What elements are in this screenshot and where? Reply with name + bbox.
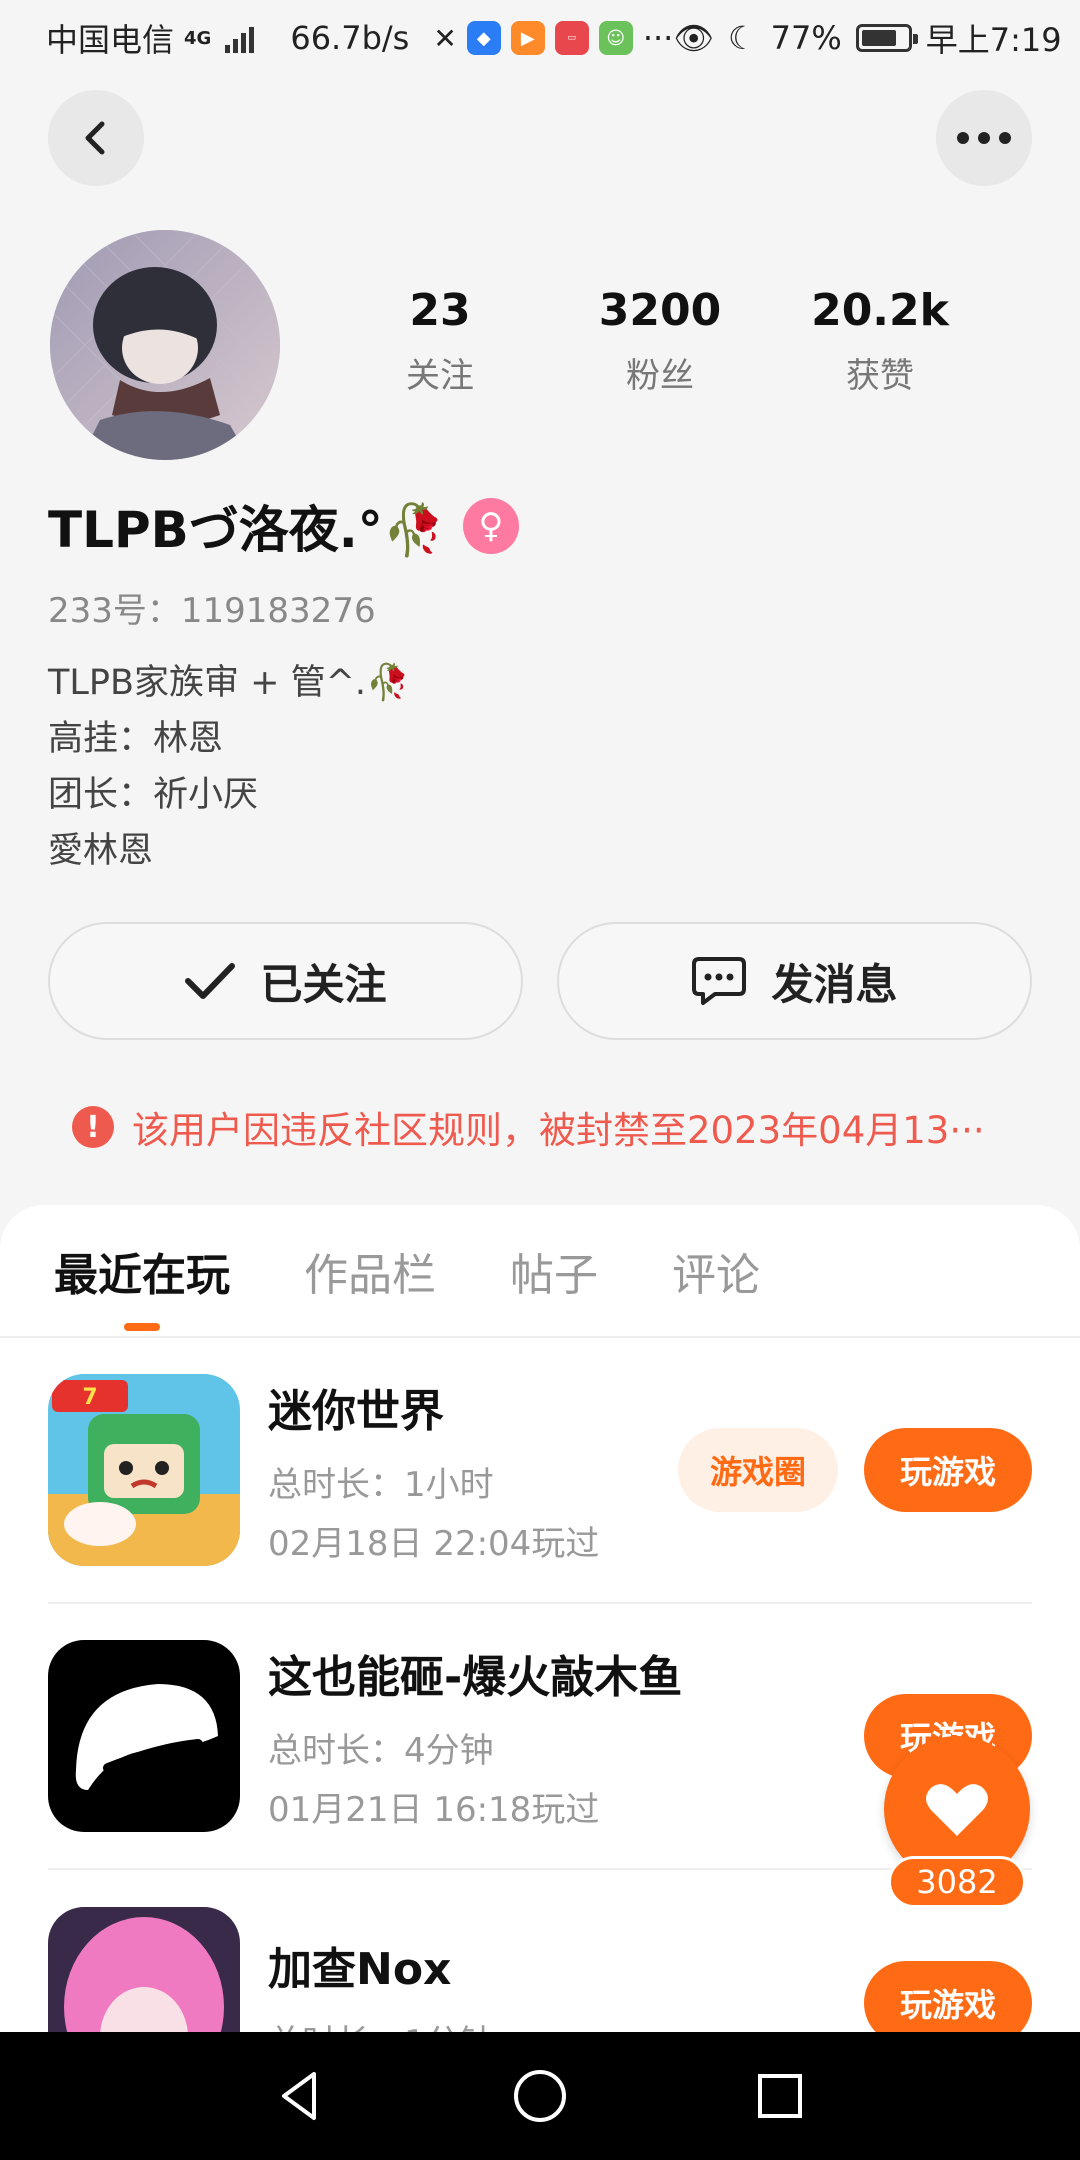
battery-percent: 77% [770, 19, 842, 57]
carrier-name: 中国电信 [46, 21, 175, 59]
avatar[interactable] [50, 230, 280, 460]
like-count: 3082 [888, 1856, 1026, 1908]
nickname: TLPBづ洛夜.°🥀 [48, 501, 445, 559]
nickname-row: TLPBづ洛夜.°🥀 ♀ [48, 490, 519, 562]
game-duration: 总时长：1小时 [268, 1465, 494, 1505]
tab-comments[interactable]: 评论 [672, 1239, 760, 1303]
check-icon [185, 963, 236, 999]
tab-recently-played[interactable]: 最近在玩 [54, 1239, 230, 1303]
bio-line: 愛林恩 [48, 831, 154, 871]
tab-posts[interactable]: 帖子 [510, 1239, 598, 1303]
bio-line: 高挂：林恩 [48, 719, 224, 759]
profile-actions: 已关注 发消息 [48, 922, 1032, 1040]
game-last-played: 01月21日 16:18玩过 [268, 1790, 600, 1830]
status-bar: 中国电信 4G 66.7b/s ✕ ◆ ▶ ▭ ☺ ··· 👁 ☾ 77% 早上… [0, 0, 1080, 76]
profile-tabs: 最近在玩 作品栏 帖子 评论 [0, 1205, 1080, 1338]
tab-works[interactable]: 作品栏 [304, 1239, 436, 1303]
game-app-icon: ☺ [598, 21, 633, 55]
battery-icon [855, 24, 918, 52]
huawei-app-icon: ▭ [554, 21, 589, 55]
game-list-item[interactable]: 加查Nox 总时长：1分钟 玩游戏 [48, 1870, 1032, 2035]
game-last-played: 02月18日 22:04玩过 [268, 1524, 600, 1564]
ban-notice[interactable]: ! 该用户因违反社区规则，被封禁至2023年04月13··· [72, 1100, 985, 1154]
eye-comfort-icon: 👁 [673, 19, 714, 57]
followed-label: 已关注 [260, 959, 387, 1009]
gacha-nox-game-icon [48, 1907, 240, 2035]
likes-count: 20.2k [811, 285, 949, 336]
game-buttons: 游戏圈 玩游戏 [677, 1428, 1032, 1512]
clock: 早上7:19 [925, 21, 1062, 59]
game-duration: 总时长：4分钟 [268, 1731, 494, 1771]
game-info: 这也能砸-爆火敲木鱼 总时长：4分钟 01月21日 16:18玩过 [268, 1641, 864, 1831]
recents-square-icon[interactable] [752, 2068, 808, 2124]
more-dots-icon [957, 132, 1011, 144]
bio-line: TLPB家族审 + 管^.🥀 [48, 663, 410, 703]
wooden-fish-game-icon [48, 1640, 240, 1832]
send-message-button[interactable]: 发消息 [557, 922, 1032, 1040]
play-game-button[interactable]: 玩游戏 [864, 1428, 1032, 1512]
bio: TLPB家族审 + 管^.🥀 高挂：林恩 团长：祈小厌 愛林恩 [48, 655, 410, 879]
warning-icon: ! [72, 1106, 114, 1148]
heart-icon [926, 1784, 988, 1836]
followers-stat[interactable]: 3200 粉丝 [550, 285, 770, 397]
female-gender-icon: ♀ [462, 498, 519, 554]
notification-cat-icon: ✕ [433, 21, 457, 55]
following-stat[interactable]: 23 关注 [330, 285, 550, 397]
game-name: 这也能砸-爆火敲木鱼 [268, 1652, 683, 1703]
network-type: 4G [184, 27, 212, 49]
followers-label: 粉丝 [626, 356, 694, 396]
game-info: 迷你世界 总时长：1小时 02月18日 22:04玩过 [268, 1375, 678, 1565]
likes-stat[interactable]: 20.2k 获赞 [770, 285, 990, 397]
system-navigation-bar [0, 2032, 1080, 2160]
more-button[interactable] [936, 90, 1032, 186]
shield-app-icon: ◆ [466, 21, 501, 55]
back-button[interactable] [48, 90, 144, 186]
game-info: 加查Nox 总时长：1分钟 [268, 1933, 864, 2036]
following-label: 关注 [406, 356, 474, 396]
game-circle-button[interactable]: 游戏圈 [677, 1428, 838, 1512]
avatar-image [50, 230, 280, 460]
mini-world-game-icon: 7 [48, 1374, 240, 1566]
game-name: 加查Nox [268, 1943, 452, 1995]
play-game-button[interactable]: 玩游戏 [864, 1961, 1032, 2035]
network-speed: 66.7b/s [290, 19, 410, 57]
likes-label: 获赞 [846, 356, 914, 396]
game-list: 7 迷你世界 总时长：1小时 02月18日 22:04玩过 游戏圈 玩游戏 这也… [0, 1338, 1080, 2035]
home-circle-icon[interactable] [512, 2068, 568, 2124]
followers-count: 3200 [598, 285, 722, 336]
game-name: 迷你世界 [268, 1386, 444, 1437]
back-triangle-icon[interactable] [272, 2068, 328, 2124]
game-buttons: 玩游戏 [864, 1961, 1032, 2035]
signal-icon [225, 23, 255, 53]
chat-bubble-icon [692, 957, 747, 1005]
moon-icon: ☾ [727, 19, 757, 57]
game-list-item[interactable]: 这也能砸-爆火敲木鱼 总时长：4分钟 01月21日 16:18玩过 玩游戏 [48, 1604, 1032, 1870]
bio-line: 团长：祈小厌 [48, 775, 259, 815]
message-label: 发消息 [771, 959, 898, 1009]
following-count: 23 [409, 285, 471, 336]
ban-notice-text: 该用户因违反社区规则，被封禁至2023年04月13··· [132, 1109, 985, 1152]
user-id: 233号：119183276 [48, 591, 376, 631]
game-list-item[interactable]: 7 迷你世界 总时长：1小时 02月18日 22:04玩过 游戏圈 玩游戏 [48, 1338, 1032, 1604]
followed-button[interactable]: 已关注 [48, 922, 523, 1040]
content-card: 最近在玩 作品栏 帖子 评论 7 迷你世界 总时长：1小时 02月18日 22:… [0, 1205, 1080, 2035]
video-app-icon: ▶ [510, 21, 545, 55]
profile-stats: 23 关注 3200 粉丝 20.2k 获赞 [330, 285, 1050, 397]
svg-text:7: 7 [82, 1385, 97, 1410]
chevron-left-icon [85, 121, 105, 155]
more-notifications-icon: ··· [642, 19, 674, 57]
